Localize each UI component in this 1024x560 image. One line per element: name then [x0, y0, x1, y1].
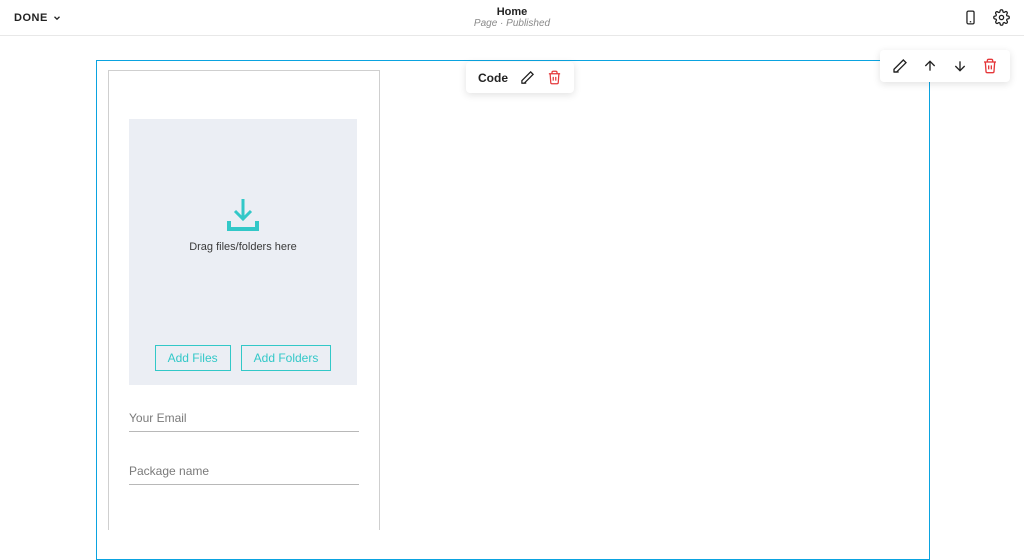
move-up-icon[interactable] [922, 58, 938, 74]
canvas: Code Drag files/folders here Add Files A… [0, 36, 1024, 509]
download-icon [223, 197, 263, 233]
upload-panel: Drag files/folders here Add Files Add Fo… [108, 70, 380, 530]
email-input[interactable] [129, 405, 359, 432]
delete-icon[interactable] [982, 58, 998, 74]
gear-icon[interactable] [993, 9, 1010, 26]
edit-icon[interactable] [892, 58, 908, 74]
dropzone-actions: Add Files Add Folders [129, 345, 357, 371]
code-label: Code [478, 71, 508, 85]
block-toolbar [880, 50, 1010, 82]
chevron-down-icon [52, 13, 62, 23]
add-folders-button[interactable]: Add Folders [241, 345, 332, 371]
package-name-input[interactable] [129, 458, 359, 485]
topbar-right [962, 9, 1010, 26]
delete-code-icon[interactable] [547, 70, 562, 85]
move-down-icon[interactable] [952, 58, 968, 74]
done-label: DONE [14, 12, 48, 24]
phone-icon[interactable] [962, 9, 979, 26]
code-toolbar: Code [466, 62, 574, 93]
upload-form [109, 385, 379, 511]
done-button[interactable]: DONE [14, 12, 62, 24]
edit-code-icon[interactable] [520, 70, 535, 85]
top-bar: DONE Home Page · Published [0, 0, 1024, 36]
page-subtitle: Page · Published [474, 19, 550, 29]
dropzone-prompt: Drag files/folders here [189, 241, 297, 253]
page-title: Home [474, 7, 550, 18]
dropzone[interactable]: Drag files/folders here Add Files Add Fo… [129, 119, 357, 385]
topbar-left: DONE [14, 12, 62, 24]
topbar-center: Home Page · Published [474, 7, 550, 29]
add-files-button[interactable]: Add Files [155, 345, 231, 371]
